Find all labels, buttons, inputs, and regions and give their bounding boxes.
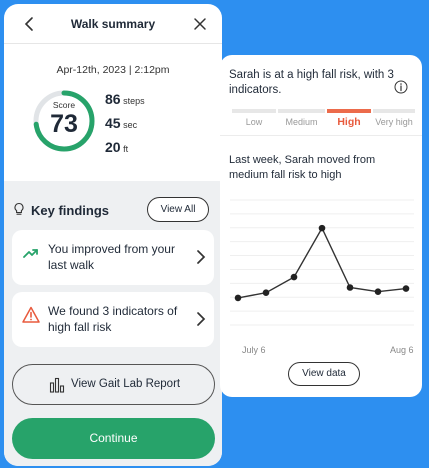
- score-label: Score: [52, 100, 76, 110]
- distance-unit: ft: [123, 144, 129, 154]
- score-value: 73: [50, 110, 78, 138]
- trend-up-icon: [23, 249, 38, 258]
- info-icon[interactable]: [394, 80, 408, 94]
- data-point: [402, 285, 410, 292]
- distance-value: 20: [105, 139, 121, 155]
- data-point: [290, 273, 298, 281]
- risk-bar-very-high: [373, 109, 415, 113]
- time-value: 45: [105, 115, 121, 131]
- key-findings-title: Key findings: [31, 203, 110, 218]
- data-point: [374, 288, 382, 295]
- distance-stat: 20 ft: [105, 139, 128, 155]
- risk-level-medium: Medium: [285, 117, 318, 127]
- risk-level-high: High: [337, 116, 361, 128]
- chevron-right-icon: [197, 250, 206, 264]
- steps-stat: 86 steps: [105, 91, 145, 107]
- finding-text: You improved from your last walk: [48, 242, 175, 272]
- divider: [220, 135, 422, 136]
- header: Walk summary: [4, 4, 222, 44]
- close-icon[interactable]: [190, 14, 210, 34]
- data-point: [262, 289, 270, 297]
- data-point: [234, 294, 242, 302]
- continue-button[interactable]: Continue: [12, 418, 215, 459]
- steps-value: 86: [105, 91, 121, 107]
- data-point: [346, 284, 354, 291]
- bar-chart-icon: [49, 377, 65, 393]
- risk-summary-text: Sarah is at a high fall risk, with 3 ind…: [229, 69, 394, 96]
- risk-bar-low: [232, 109, 276, 113]
- warning-icon: [22, 306, 40, 323]
- walk-summary: Apr-12th, 2023 | 2:12pm Score 73 86 step…: [4, 44, 222, 181]
- data-point: [318, 224, 326, 232]
- risk-level-very-high: Very high: [375, 117, 413, 127]
- trend-text: Last week, Sarah moved from medium fall …: [229, 154, 376, 181]
- lightbulb-icon: [14, 202, 24, 215]
- steps-unit: steps: [123, 96, 145, 106]
- finding-card-risk[interactable]: We found 3 indicators of high fall risk: [12, 292, 214, 347]
- x-tick-label: Aug 6: [390, 345, 414, 355]
- fall-risk-card: Sarah is at a high fall risk, with 3 ind…: [220, 55, 422, 397]
- risk-level-low: Low: [245, 117, 263, 127]
- walk-summary-screen: Walk summary Apr-12th, 2023 | 2:12pm Sco…: [4, 4, 222, 466]
- gait-report-label: View Gait Lab Report: [71, 378, 181, 390]
- risk-bar-medium: [278, 109, 325, 113]
- time-unit: sec: [123, 120, 138, 130]
- finding-card-improved[interactable]: You improved from your last walk: [12, 230, 214, 285]
- findings-section: Key findings View All You improved from …: [4, 181, 222, 466]
- fall-risk-line-chart: [230, 199, 414, 326]
- risk-bar-high: [327, 109, 371, 113]
- view-gait-lab-report-button[interactable]: View Gait Lab Report: [12, 364, 215, 405]
- finding-text: We found 3 indicators of high fall risk: [48, 304, 178, 334]
- x-tick-label: July 6: [242, 345, 266, 355]
- view-all-button[interactable]: View All: [147, 197, 209, 222]
- chevron-right-icon: [197, 312, 206, 326]
- view-data-button[interactable]: View data: [288, 362, 360, 386]
- series-line: [237, 226, 407, 299]
- walk-date: Apr-12th, 2023 | 2:12pm: [56, 64, 170, 76]
- time-stat: 45 sec: [105, 115, 137, 131]
